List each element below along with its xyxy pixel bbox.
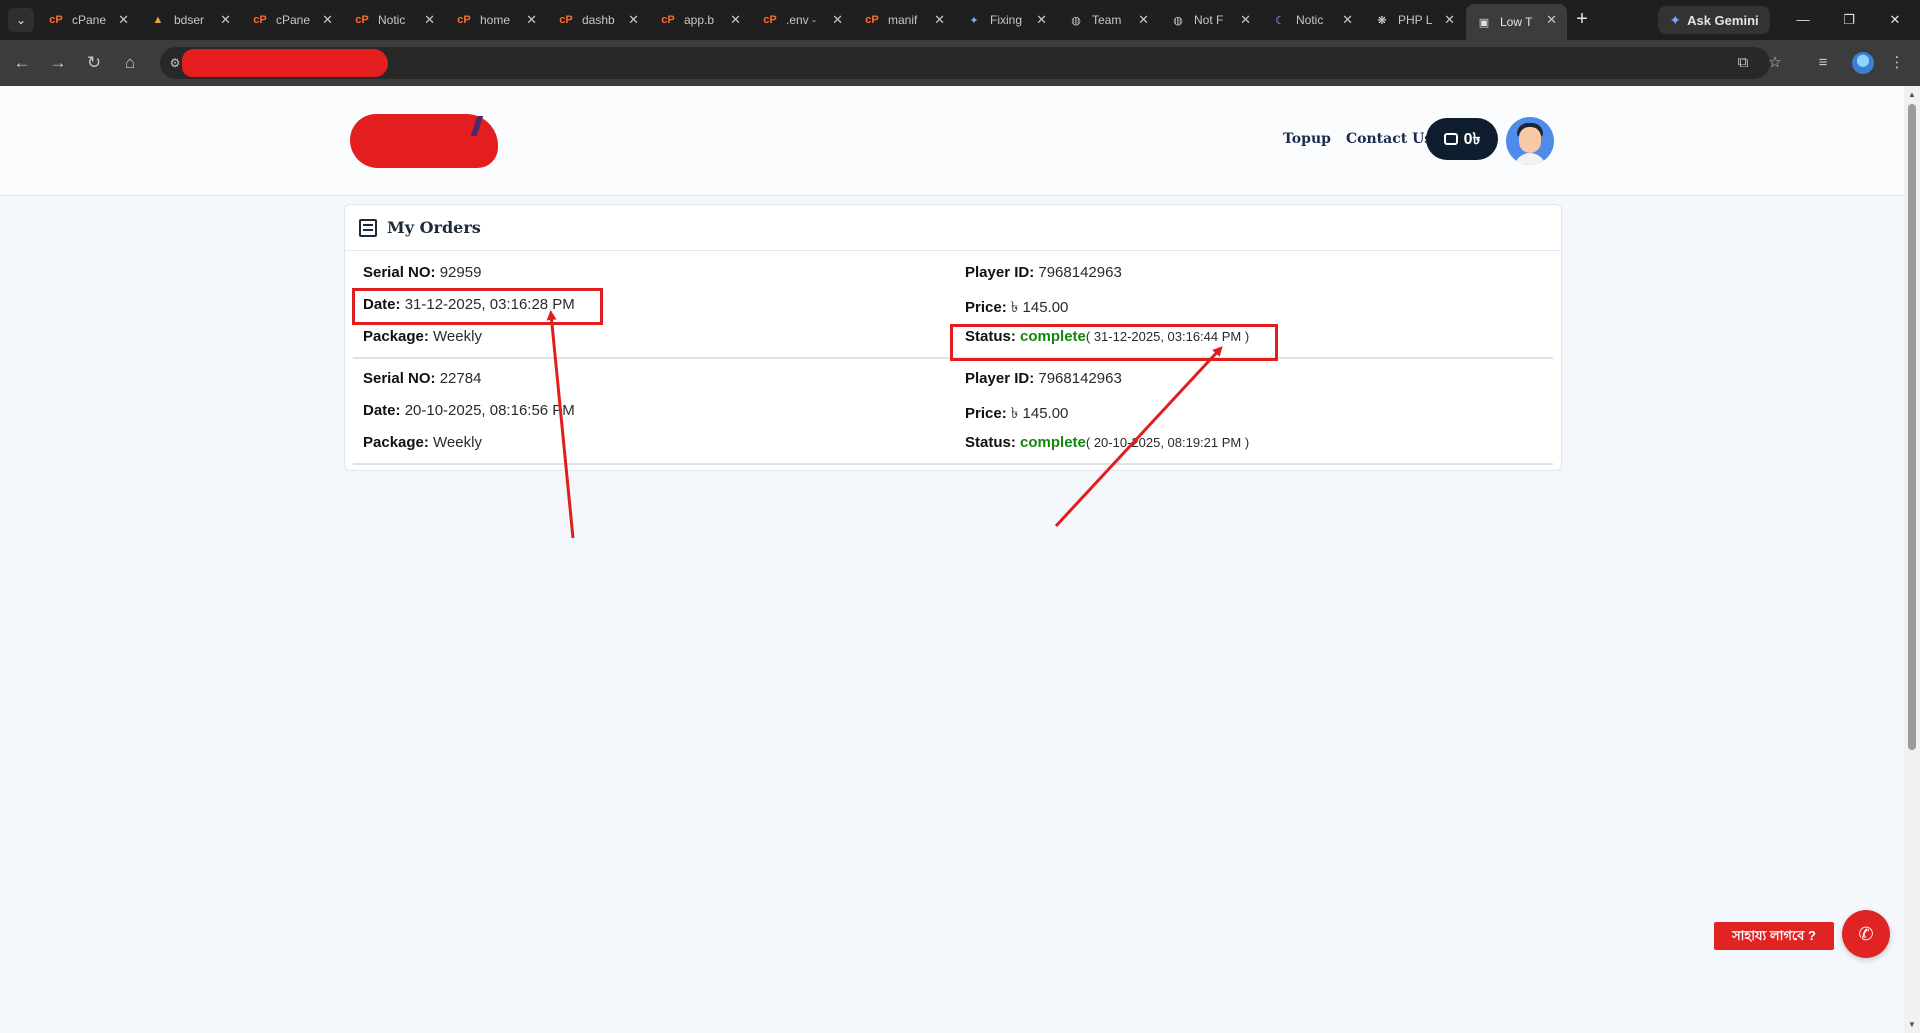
order-package: Package: Weekly (363, 434, 482, 451)
wallet-balance-button[interactable]: 0৳ (1426, 118, 1498, 160)
browser-tab[interactable]: cP manif ✕ (854, 4, 955, 36)
forward-icon[interactable]: → (46, 51, 70, 75)
browser-tab[interactable]: cP cPane ✕ (38, 4, 139, 36)
site-header (0, 86, 1904, 196)
browser-tab[interactable]: cP cPane ✕ (242, 4, 343, 36)
cpanel-icon: cP (457, 14, 471, 26)
wallet-icon (1443, 133, 1458, 145)
address-bar[interactable] (160, 47, 1770, 79)
annotation-box-status-time (950, 324, 1278, 361)
reload-icon[interactable]: ↻ (82, 51, 106, 75)
gemini-icon: ✦ (1669, 11, 1682, 28)
close-tab-icon[interactable]: ✕ (424, 12, 435, 28)
close-tab-icon[interactable]: ✕ (832, 12, 843, 28)
annotation-box-order-date (352, 288, 603, 325)
browser-tab[interactable]: ☾ Notic ✕ (1262, 4, 1363, 36)
scroll-up-arrow[interactable]: ▲ (1907, 90, 1917, 100)
close-tab-icon[interactable]: ✕ (628, 12, 639, 28)
close-window-button[interactable]: ✕ (1872, 8, 1918, 32)
browser-tab-active[interactable]: ▣ Low T ✕ (1466, 4, 1567, 40)
new-tab-button[interactable]: + (1570, 6, 1594, 34)
browser-tab[interactable]: ◍ Not F ✕ (1160, 4, 1261, 36)
browser-tab[interactable]: ❋ PHP L ✕ (1364, 4, 1465, 36)
browser-tab[interactable]: ▲ bdser ✕ (140, 4, 241, 36)
browser-tab[interactable]: cP app.b ✕ (650, 4, 751, 36)
order-package: Package: Weekly (363, 328, 482, 345)
scrollbar-thumb[interactable] (1908, 104, 1916, 750)
moon-icon: ☾ (1275, 14, 1285, 27)
close-tab-icon[interactable]: ✕ (1138, 12, 1149, 28)
browser-tab[interactable]: ◍ Team ✕ (1058, 4, 1159, 36)
globe-icon: ◍ (1173, 14, 1183, 27)
close-tab-icon[interactable]: ✕ (934, 12, 945, 28)
help-label[interactable]: সাহায্য লাগবে ? (1714, 922, 1834, 950)
browser-tab[interactable]: ✦ Fixing ✕ (956, 4, 1057, 36)
server-icon: ▲ (152, 14, 164, 26)
close-tab-icon[interactable]: ✕ (1342, 12, 1353, 28)
order-player-id: Player ID: 7968142963 (965, 370, 1122, 387)
order-row: Serial NO: 22784 Date: 20-10-2025, 08:16… (353, 359, 1553, 465)
browser-menu-icon[interactable]: ⋮ (1886, 52, 1908, 74)
order-date: Date: 20-10-2025, 08:16:56 PM (363, 402, 575, 419)
redacted-url (182, 49, 388, 77)
ask-gemini-button[interactable]: ✦ Ask Gemini (1658, 6, 1770, 34)
card-title: My Orders (387, 218, 481, 237)
home-icon[interactable]: ⌂ (118, 51, 142, 75)
cpanel-icon: cP (355, 14, 369, 26)
list-icon (359, 218, 377, 237)
browser-tab[interactable]: cP Notic ✕ (344, 4, 445, 36)
nav-contact-link[interactable]: Contact Us (1346, 131, 1432, 147)
browser-tab-bar: ⌄ cP cPane ✕ ▲ bdser ✕ cP cPane ✕ cP Notic ✕ cP h… (0, 0, 1920, 40)
back-icon[interactable]: ← (10, 51, 34, 75)
wallet-balance: 0৳ (1463, 130, 1481, 148)
install-app-icon[interactable]: ⧉ (1732, 52, 1754, 74)
close-tab-icon[interactable]: ✕ (1036, 12, 1047, 28)
order-serial: Serial NO: 92959 (363, 264, 482, 281)
browser-tab[interactable]: cP dashb ✕ (548, 4, 649, 36)
browser-profile-avatar[interactable] (1852, 52, 1874, 74)
order-price: Price: ৳ 145.00 (965, 299, 1069, 316)
openai-icon: ❋ (1377, 14, 1387, 27)
close-tab-icon[interactable]: ✕ (1444, 12, 1455, 28)
close-tab-icon[interactable]: ✕ (322, 12, 333, 28)
browser-tab[interactable]: cP home ✕ (446, 4, 547, 36)
restore-button[interactable]: ❐ (1826, 8, 1872, 32)
scroll-down-arrow[interactable]: ▼ (1907, 1020, 1917, 1030)
close-tab-icon[interactable]: ✕ (730, 12, 741, 28)
globe-icon: ◍ (1071, 14, 1081, 27)
card-header: My Orders (345, 205, 1561, 251)
user-avatar[interactable] (1506, 117, 1554, 165)
cpanel-icon: cP (763, 14, 777, 26)
close-tab-icon[interactable]: ✕ (526, 12, 537, 28)
cpanel-icon: cP (865, 14, 879, 26)
cpanel-icon: cP (661, 14, 675, 26)
order-status: Status: complete( 20-10-2025, 08:19:21 P… (965, 434, 1250, 451)
bookmark-star-icon[interactable]: ☆ (1764, 52, 1786, 74)
close-tab-icon[interactable]: ✕ (1546, 12, 1557, 28)
browser-tab[interactable]: cP .env - ✕ (752, 4, 853, 36)
order-serial: Serial NO: 22784 (363, 370, 482, 387)
minimize-button[interactable]: — (1780, 8, 1826, 32)
page-icon: ▣ (1478, 16, 1490, 29)
close-tab-icon[interactable]: ✕ (118, 12, 129, 28)
cpanel-icon: cP (253, 14, 267, 26)
phone-icon[interactable]: ✆ (1842, 910, 1890, 958)
order-price: Price: ৳ 145.00 (965, 405, 1069, 422)
tab-search-button[interactable]: ⌄ (8, 8, 34, 32)
cpanel-icon: cP (49, 14, 63, 26)
nav-topup-link[interactable]: Topup (1283, 131, 1331, 147)
close-tab-icon[interactable]: ✕ (1240, 12, 1251, 28)
gemini-icon: ✦ (969, 14, 979, 27)
cpanel-icon: cP (559, 14, 573, 26)
media-controls-icon[interactable]: ≡ (1812, 52, 1834, 74)
close-tab-icon[interactable]: ✕ (220, 12, 231, 28)
order-player-id: Player ID: 7968142963 (965, 264, 1122, 281)
